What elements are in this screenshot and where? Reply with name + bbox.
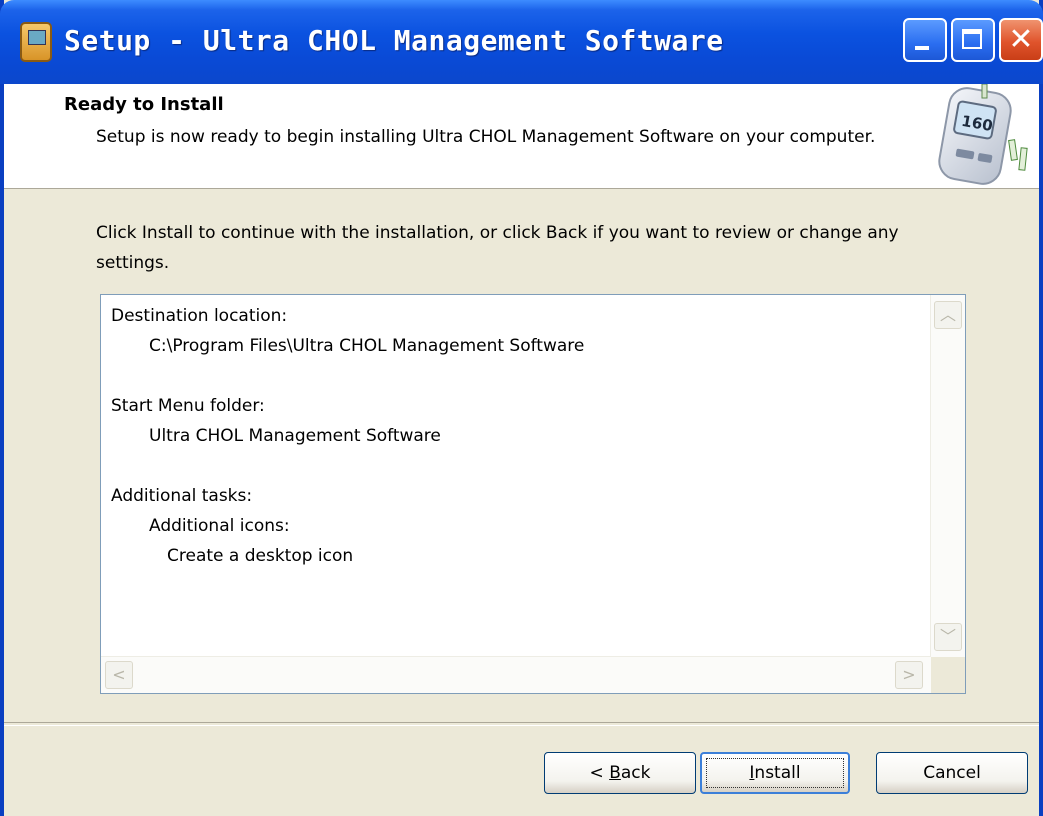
- cholesterol-meter-image: 160: [938, 84, 1028, 185]
- close-button[interactable]: ✕: [999, 18, 1043, 62]
- setup-window: Setup - Ultra CHOL Management Software ✕…: [0, 0, 1043, 816]
- window-title: Setup - Ultra CHOL Management Software: [64, 24, 724, 57]
- vertical-scrollbar[interactable]: ︿ ﹀: [930, 295, 965, 657]
- scroll-up-button[interactable]: ︿: [934, 301, 962, 329]
- chevron-up-icon: ︿: [939, 305, 956, 324]
- back-button-label: < Back: [589, 763, 651, 783]
- page-subtitle: Setup is now ready to begin installing U…: [96, 127, 876, 147]
- setup-app-icon: [20, 22, 52, 62]
- scroll-right-button[interactable]: >: [895, 661, 923, 689]
- close-icon: ✕: [1008, 22, 1034, 57]
- start-menu-label: Start Menu folder:: [111, 396, 265, 416]
- settings-summary-text: Destination location: C:\Program Files\U…: [111, 301, 921, 571]
- footer-divider: [4, 722, 1039, 726]
- scroll-down-button[interactable]: ﹀: [934, 623, 962, 651]
- additional-tasks-label: Additional tasks:: [111, 486, 253, 506]
- desktop-icon-task: Create a desktop icon: [167, 546, 354, 566]
- minimize-button[interactable]: [903, 18, 947, 62]
- chevron-down-icon: ﹀: [939, 627, 956, 646]
- destination-label: Destination location:: [111, 306, 288, 326]
- horizontal-scrollbar[interactable]: < >: [101, 656, 931, 693]
- chevron-right-icon: >: [902, 665, 916, 684]
- start-menu-value: Ultra CHOL Management Software: [149, 426, 441, 446]
- page-title: Ready to Install: [64, 94, 224, 115]
- settings-summary-box[interactable]: Destination location: C:\Program Files\U…: [100, 294, 966, 694]
- wizard-header: Ready to Install Setup is now ready to b…: [4, 84, 1039, 189]
- destination-value: C:\Program Files\Ultra CHOL Management S…: [149, 336, 585, 356]
- additional-icons-group: Additional icons:: [149, 516, 290, 536]
- back-button[interactable]: < Back: [544, 752, 696, 794]
- maximize-button[interactable]: [951, 18, 995, 62]
- install-instruction: Click Install to continue with the insta…: [96, 223, 899, 273]
- scrollbar-corner: [931, 657, 965, 693]
- focus-ring: [706, 758, 844, 788]
- install-button[interactable]: Install: [700, 752, 850, 794]
- cancel-button[interactable]: Cancel: [876, 752, 1028, 794]
- chevron-left-icon: <: [112, 665, 126, 684]
- title-bar[interactable]: Setup - Ultra CHOL Management Software ✕: [0, 0, 1043, 84]
- scroll-left-button[interactable]: <: [105, 661, 133, 689]
